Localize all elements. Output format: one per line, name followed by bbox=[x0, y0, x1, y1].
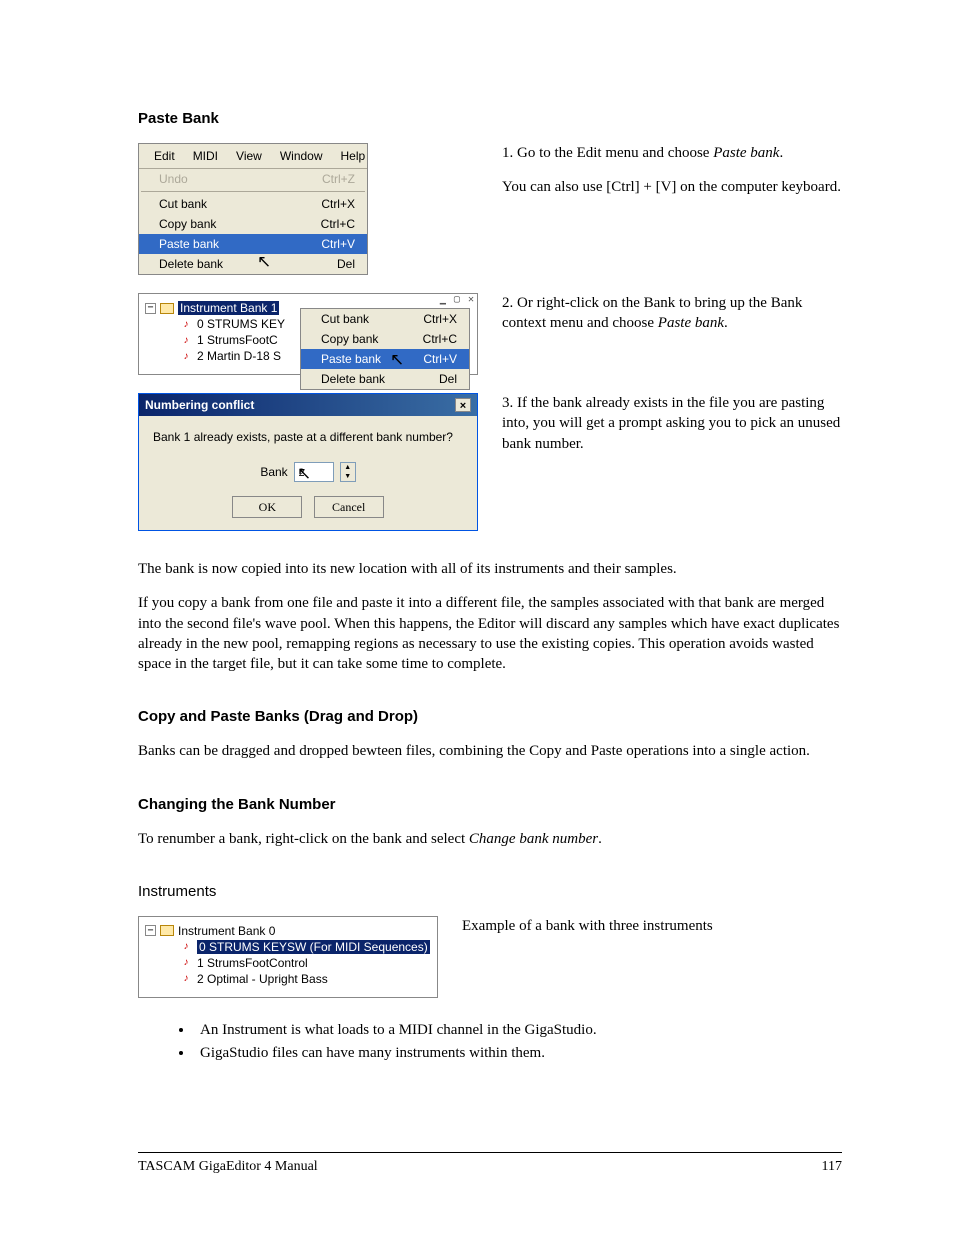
folder-icon bbox=[160, 303, 174, 314]
expander-icon[interactable]: − bbox=[145, 925, 156, 936]
step-3: 3. If the bank already exists in the fil… bbox=[502, 393, 842, 454]
instrument-tree: − Instrument Bank 0 ♪ 0 STRUMS KEYSW (For… bbox=[138, 916, 438, 998]
step-1-alt: You can also use [Ctrl] + [V] on the com… bbox=[502, 177, 842, 197]
instrument-item[interactable]: 0 STRUMS KEY bbox=[197, 317, 285, 331]
bullet-item: GigaStudio files can have many instrumen… bbox=[194, 1043, 842, 1063]
instrument-icon: ♪ bbox=[179, 941, 193, 952]
instrument-item[interactable]: 1 StrumsFootC bbox=[197, 333, 278, 347]
menu-paste-bank[interactable]: Paste bankCtrl+V bbox=[139, 234, 367, 254]
bank-node[interactable]: Instrument Bank 0 bbox=[178, 924, 275, 938]
instrument-icon: ♪ bbox=[179, 335, 193, 346]
folder-icon bbox=[160, 925, 174, 936]
context-menu: Cut bankCtrl+X Copy bankCtrl+C Paste ban… bbox=[300, 308, 470, 390]
ok-button[interactable]: OK bbox=[232, 496, 302, 518]
instrument-icon: ♪ bbox=[179, 351, 193, 362]
cancel-button[interactable]: Cancel bbox=[314, 496, 384, 518]
window-buttons[interactable]: ▁ ▢ ✕ bbox=[298, 294, 477, 305]
paragraph-example: Example of a bank with three instruments bbox=[462, 916, 842, 936]
dialog-title: Numbering conflict bbox=[145, 398, 254, 412]
menu-help[interactable]: Help bbox=[332, 147, 375, 165]
menu-copy-bank[interactable]: Copy bankCtrl+C bbox=[139, 214, 367, 234]
numbering-conflict-dialog: Numbering conflict × Bank 1 already exis… bbox=[138, 393, 478, 531]
bank-node[interactable]: Instrument Bank 1 bbox=[178, 301, 279, 315]
instrument-icon: ♪ bbox=[179, 957, 193, 968]
menu-midi[interactable]: MIDI bbox=[184, 147, 227, 165]
instrument-icon: ♪ bbox=[179, 973, 193, 984]
bullet-item: An Instrument is what loads to a MIDI ch… bbox=[194, 1020, 842, 1040]
heading-copy-drag: Copy and Paste Banks (Drag and Drop) bbox=[138, 708, 842, 725]
menu-view[interactable]: View bbox=[227, 147, 271, 165]
menu-delete-bank[interactable]: Delete bankDel bbox=[139, 254, 367, 274]
footer-page-number: 117 bbox=[822, 1159, 842, 1175]
menu-window[interactable]: Window bbox=[271, 147, 332, 165]
instrument-bullets: An Instrument is what loads to a MIDI ch… bbox=[194, 1020, 842, 1064]
paragraph-merge: If you copy a bank from one file and pas… bbox=[138, 593, 842, 674]
menu-cut-bank[interactable]: Cut bankCtrl+X bbox=[139, 194, 367, 214]
menu-undo: UndoCtrl+Z bbox=[139, 169, 367, 189]
ctx-paste-bank[interactable]: Paste bankCtrl+V bbox=[301, 349, 469, 369]
instrument-item[interactable]: 0 STRUMS KEYSW (For MIDI Sequences) bbox=[197, 940, 430, 954]
heading-change-number: Changing the Bank Number bbox=[138, 796, 842, 813]
bank-label: Bank bbox=[260, 465, 287, 479]
edit-menu-screenshot: Edit MIDI View Window Help UndoCtrl+Z Cu… bbox=[138, 143, 368, 275]
instrument-item[interactable]: 2 Martin D-18 S bbox=[197, 349, 281, 363]
instrument-item[interactable]: 1 StrumsFootControl bbox=[197, 956, 308, 970]
paragraph-drag-drop: Banks can be dragged and dropped bewteen… bbox=[138, 741, 842, 761]
close-icon[interactable]: × bbox=[455, 398, 471, 412]
ctx-delete-bank[interactable]: Delete bankDel bbox=[301, 369, 469, 389]
ctx-copy-bank[interactable]: Copy bankCtrl+C bbox=[301, 329, 469, 349]
heading-instruments: Instruments bbox=[138, 883, 842, 900]
bank-number-input[interactable] bbox=[294, 462, 334, 482]
instrument-icon: ♪ bbox=[179, 319, 193, 330]
ctx-cut-bank[interactable]: Cut bankCtrl+X bbox=[301, 309, 469, 329]
instrument-item[interactable]: 2 Optimal - Upright Bass bbox=[197, 972, 328, 986]
step-1: 1. Go to the Edit menu and choose Paste … bbox=[502, 143, 842, 163]
menu-edit[interactable]: Edit bbox=[145, 147, 184, 165]
expander-icon[interactable]: − bbox=[145, 303, 156, 314]
paragraph-change-number: To renumber a bank, right-click on the b… bbox=[138, 829, 842, 849]
dialog-message: Bank 1 already exists, paste at a differ… bbox=[153, 430, 463, 444]
step-2: 2. Or right-click on the Bank to bring u… bbox=[502, 293, 842, 334]
footer-manual-title: TASCAM GigaEditor 4 Manual bbox=[138, 1159, 318, 1175]
heading-paste-bank: Paste Bank bbox=[138, 110, 842, 127]
spinner-buttons[interactable]: ▲▼ bbox=[340, 462, 356, 482]
bank-tree: − Instrument Bank 1 ♪ 0 STRUMS KEY ♪ 1 Str… bbox=[138, 293, 298, 375]
paragraph-copied: The bank is now copied into its new loca… bbox=[138, 559, 842, 579]
